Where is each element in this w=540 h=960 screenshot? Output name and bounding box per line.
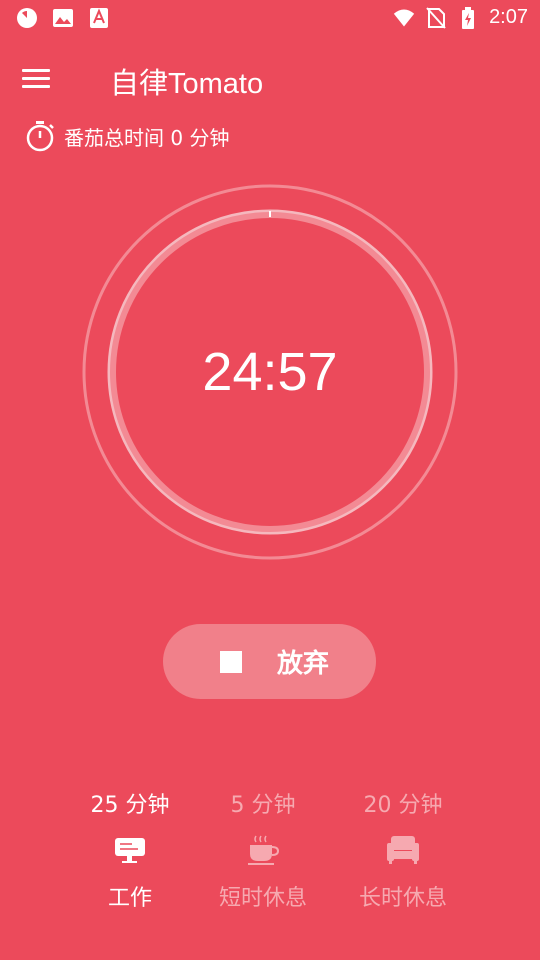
timer-remaining: 24:57 [202, 342, 338, 402]
app-bar: 自律Tomato [0, 52, 540, 108]
mode-short-break-label: 短时休息 [218, 886, 307, 911]
mode-short-break[interactable]: 5 分钟 短时休息 [198, 790, 328, 912]
mode-long-break-label: 长时休息 [358, 886, 447, 911]
armchair-icon [338, 830, 468, 870]
give-up-label: 放弃 [277, 649, 330, 679]
mode-work-label: 工作 [107, 886, 152, 911]
app-title: 自律Tomato [110, 68, 264, 100]
mode-work-duration: 25 分钟 [90, 793, 170, 818]
give-up-button[interactable]: 放弃 [163, 624, 376, 699]
mode-long-break[interactable]: 20 分钟 长时休息 [338, 790, 468, 912]
mode-selector: 25 分钟 工作 5 分钟 短时休息 20 分钟 长时休息 [0, 790, 540, 912]
total-time-label: 番茄总时间 0 分钟 [64, 125, 230, 150]
stop-icon [220, 650, 242, 673]
image-icon [52, 7, 74, 29]
status-bar-time: 2:07 [489, 6, 528, 28]
pomodoro-notification-icon [16, 7, 38, 29]
mode-work[interactable]: 25 分钟 工作 [65, 790, 195, 912]
stopwatch-icon [26, 121, 54, 152]
battery-charging-icon [457, 6, 479, 29]
status-bar: 2:07 [0, 0, 540, 36]
hamburger-menu-icon[interactable] [22, 64, 60, 94]
mode-short-break-duration: 5 分钟 [230, 793, 296, 818]
coffee-cup-icon [198, 830, 328, 870]
text-tool-icon [88, 7, 110, 29]
desk-icon [65, 830, 195, 870]
mode-long-break-duration: 20 分钟 [363, 793, 443, 818]
total-time-summary: 番茄总时间 0 分钟 [26, 120, 229, 152]
timer-dial: 24:57 [80, 182, 460, 562]
wifi-icon [393, 7, 415, 29]
no-sim-icon [425, 6, 447, 29]
